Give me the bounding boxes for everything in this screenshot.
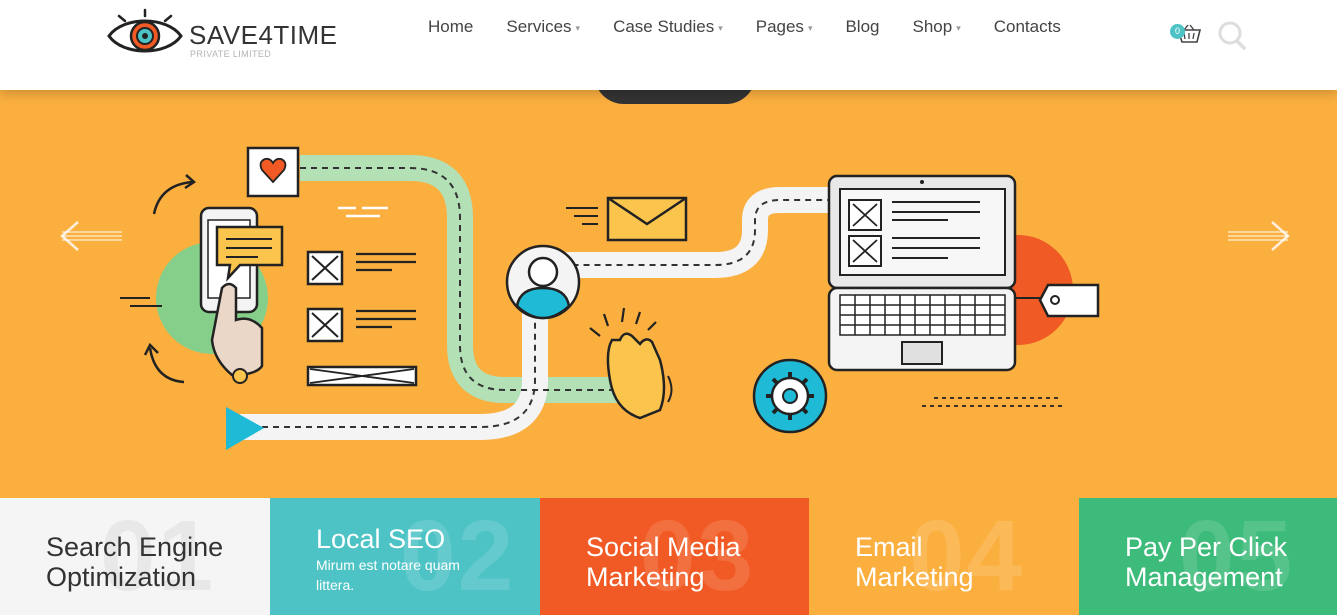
tile-title-line: Optimization xyxy=(46,562,197,592)
tile-title-line: Search Engine xyxy=(46,532,224,562)
service-tile-seo[interactable]: 01 Search Engine Optimization xyxy=(0,498,270,615)
logo[interactable]: SAVE4TIME PRIVATE LIMITED xyxy=(105,8,355,62)
service-tile-ppc[interactable]: 05 Pay Per Click Management xyxy=(1079,498,1337,615)
tile-desc-line: littera. xyxy=(316,577,355,593)
service-tile-local-seo[interactable]: 02 Local SEO Mirum est notare quam litte… xyxy=(270,498,540,615)
site-header: SAVE4TIME PRIVATE LIMITED Home Services ▾… xyxy=(0,0,1337,90)
service-tile-social-media[interactable]: 03 Social Media Marketing xyxy=(540,498,809,615)
tile-desc-line: Mirum est notare quam xyxy=(316,557,460,573)
tile-title-line: Management xyxy=(1125,562,1283,592)
nav-label: Pages xyxy=(755,17,804,36)
chevron-down-icon: ▾ xyxy=(718,23,723,33)
tile-title: Email Marketing xyxy=(855,532,974,592)
nav-item-contacts[interactable]: Contacts xyxy=(994,17,1061,37)
tile-title-line: Marketing xyxy=(586,562,705,592)
nav-label: Contacts xyxy=(993,17,1061,36)
arrow-left-icon[interactable] xyxy=(58,218,126,254)
nav-item-pages[interactable]: Pages ▾ xyxy=(756,17,813,37)
seo-workflow-illustration xyxy=(120,146,1100,450)
nav-item-shop[interactable]: Shop ▾ xyxy=(913,17,961,37)
search-icon[interactable] xyxy=(1217,19,1247,51)
tile-title: Local SEO xyxy=(316,524,446,554)
tile-title-line: Pay Per Click xyxy=(1125,532,1288,562)
brand-name: SAVE4TIME xyxy=(189,20,338,50)
tile-title: Social Media Marketing xyxy=(586,532,741,592)
nav-item-home[interactable]: Home xyxy=(428,17,473,37)
nav-label: Blog xyxy=(845,17,880,36)
keyboard-shape xyxy=(839,294,1006,336)
service-tile-email[interactable]: 04 Email Marketing xyxy=(809,498,1079,615)
nav-item-case-studies[interactable]: Case Studies ▾ xyxy=(613,17,723,37)
nav-item-services[interactable]: Services ▾ xyxy=(506,17,580,37)
tile-title-line: Marketing xyxy=(855,562,974,592)
cart-count-badge: 0 xyxy=(1170,24,1185,39)
tile-title-line: Social Media xyxy=(586,532,741,562)
nav-label: Home xyxy=(428,17,474,36)
nav-label: Services xyxy=(506,17,572,36)
tile-title: Search Engine Optimization xyxy=(46,532,223,592)
brand-tagline: PRIVATE LIMITED xyxy=(190,49,272,59)
chevron-down-icon: ▾ xyxy=(575,23,581,33)
nav-item-blog[interactable]: Blog xyxy=(845,17,879,37)
arrow-right-icon[interactable] xyxy=(1224,218,1292,254)
main-nav: Home Services ▾ Case Studies ▾ Pages ▾ Blog… xyxy=(428,17,1061,37)
nav-label: Shop xyxy=(912,17,953,36)
chevron-down-icon: ▾ xyxy=(956,23,961,33)
tile-title-line: Email xyxy=(855,532,923,562)
eye-logo-icon xyxy=(107,8,183,53)
chevron-down-icon: ▾ xyxy=(807,23,813,33)
hero-slider xyxy=(0,90,1337,498)
service-tiles: 01 Search Engine Optimization 02 Local S… xyxy=(0,498,1337,615)
nav-label: Case Studies xyxy=(613,17,715,36)
tile-title: Pay Per Click Management xyxy=(1125,532,1287,592)
play-triangle-shape xyxy=(226,407,264,450)
cart-button[interactable]: 0 xyxy=(1170,22,1204,50)
tile-description: Mirum est notare quam littera. xyxy=(316,555,460,595)
